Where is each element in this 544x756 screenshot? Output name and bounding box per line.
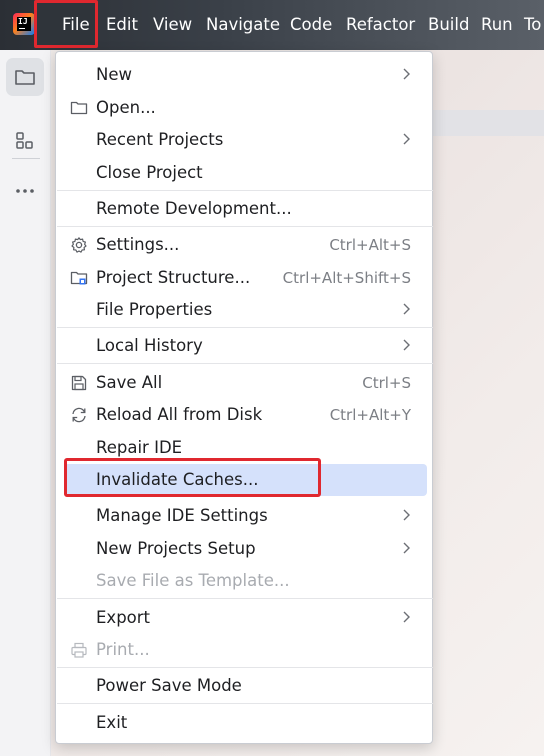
- menu-separator: [57, 598, 433, 599]
- menu-item-label: Save All: [96, 373, 163, 392]
- project-tool-button[interactable]: [6, 58, 44, 96]
- menu-item-label: Exit: [96, 713, 128, 732]
- menu-item-label: Repair IDE: [96, 438, 183, 457]
- menu-item-label: Manage IDE Settings: [96, 506, 268, 525]
- menu-item-file-properties[interactable]: File Properties: [64, 294, 427, 326]
- menu-item-label: Power Save Mode: [96, 676, 242, 695]
- printer-icon: [71, 642, 87, 658]
- menu-item-close-project[interactable]: Close Project: [64, 157, 427, 189]
- intellij-logo-icon[interactable]: IJ: [13, 13, 35, 35]
- menu-item-exit[interactable]: Exit: [64, 707, 427, 739]
- menu-item-label: Close Project: [96, 163, 203, 182]
- menu-edit[interactable]: Edit: [106, 14, 138, 36]
- more-tools-button[interactable]: [6, 172, 44, 210]
- invalidate-caches-highlight: [64, 458, 321, 497]
- menu-refactor[interactable]: Refactor: [346, 14, 415, 36]
- structure-icon: [16, 132, 33, 149]
- menu-separator: [57, 226, 433, 227]
- menu-build[interactable]: Build: [428, 14, 469, 36]
- menu-item-label: Project Structure...: [96, 268, 251, 287]
- menu-item-new-projects-setup[interactable]: New Projects Setup: [64, 533, 427, 565]
- menu-item-label: Settings...: [96, 235, 180, 254]
- menu-view[interactable]: View: [153, 14, 192, 36]
- menu-item-label: Print...: [96, 640, 150, 659]
- menu-file[interactable]: File: [62, 14, 90, 36]
- menu-item-recent-projects[interactable]: Recent Projects: [64, 124, 427, 156]
- folder-icon: [15, 70, 35, 85]
- menu-separator: [57, 667, 433, 668]
- chevron-right-icon: [403, 339, 410, 351]
- menu-separator: [57, 363, 433, 364]
- menu-item-save-file-as-template: Save File as Template...: [64, 565, 427, 597]
- menu-item-label: Local History: [96, 336, 203, 355]
- menu-item-export[interactable]: Export: [64, 602, 427, 634]
- menu-item-print: Print...: [64, 634, 427, 666]
- menu-item-label: Save File as Template...: [96, 571, 290, 590]
- gear-icon: [71, 237, 87, 253]
- menu-tools[interactable]: To: [524, 14, 541, 36]
- menu-item-label: Export: [96, 608, 151, 627]
- more-icon: [16, 189, 34, 193]
- file-menu-popup: New Open... Recent Projects Close Projec…: [55, 51, 433, 744]
- menu-item-shortcut: Ctrl+Alt+Y: [329, 406, 411, 424]
- menu-item-open[interactable]: Open...: [64, 92, 427, 124]
- chevron-right-icon: [403, 509, 410, 521]
- main-menubar: IJ File Edit View Navigate Code Refactor…: [0, 0, 544, 50]
- menu-code[interactable]: Code: [290, 14, 332, 36]
- chevron-right-icon: [403, 611, 410, 623]
- menu-item-local-history[interactable]: Local History: [64, 330, 427, 362]
- menu-item-reload-all[interactable]: Reload All from Disk Ctrl+Alt+Y: [64, 399, 427, 431]
- project-structure-icon: [70, 271, 88, 285]
- editor-tab-bar: [430, 110, 544, 136]
- folder-icon: [70, 101, 88, 115]
- menu-item-manage-ide-settings[interactable]: Manage IDE Settings: [64, 500, 427, 532]
- menu-item-remote-development[interactable]: Remote Development...: [64, 193, 427, 225]
- menu-item-label: File Properties: [96, 300, 213, 319]
- menu-item-label: Reload All from Disk: [96, 405, 263, 424]
- menu-item-label: New Projects Setup: [96, 539, 256, 558]
- chevron-right-icon: [403, 133, 410, 145]
- menu-item-save-all[interactable]: Save All Ctrl+S: [64, 367, 427, 399]
- tool-window-strip: [0, 50, 51, 756]
- menu-item-new[interactable]: New: [64, 59, 427, 91]
- save-icon: [71, 375, 87, 391]
- app-logo-text: IJ: [17, 17, 31, 31]
- menu-item-label: Recent Projects: [96, 130, 224, 149]
- chevron-right-icon: [403, 303, 410, 315]
- menu-item-label: New: [96, 65, 132, 84]
- menu-item-power-save-mode[interactable]: Power Save Mode: [64, 670, 427, 702]
- refresh-icon: [72, 407, 86, 423]
- menu-separator: [57, 703, 433, 704]
- menu-item-settings[interactable]: Settings... Ctrl+Alt+S: [64, 229, 427, 261]
- menu-item-shortcut: Ctrl+Alt+Shift+S: [282, 269, 411, 287]
- structure-tool-button[interactable]: [6, 122, 44, 160]
- menu-item-shortcut: Ctrl+Alt+S: [329, 236, 411, 254]
- chevron-right-icon: [403, 68, 410, 80]
- menu-run[interactable]: Run: [481, 14, 513, 36]
- menu-separator: [57, 190, 433, 191]
- menu-item-shortcut: Ctrl+S: [362, 374, 411, 392]
- menu-navigate[interactable]: Navigate: [206, 14, 280, 36]
- menu-item-label: Open...: [96, 98, 156, 117]
- menu-separator: [57, 327, 433, 328]
- menu-item-project-structure[interactable]: Project Structure... Ctrl+Alt+Shift+S: [64, 262, 427, 294]
- menu-item-label: Remote Development...: [96, 199, 292, 218]
- chevron-right-icon: [403, 542, 410, 554]
